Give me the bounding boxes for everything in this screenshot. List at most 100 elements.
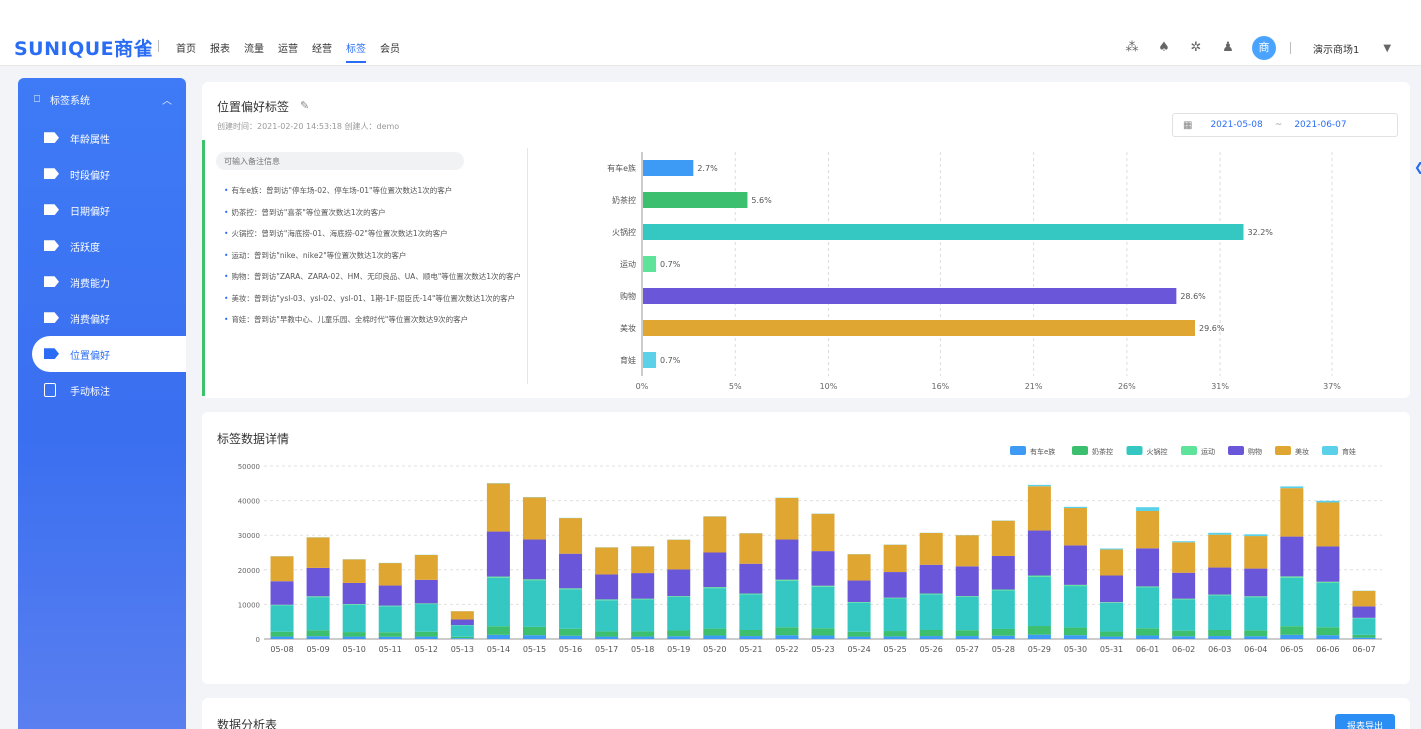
nav-item[interactable]: 报表 (210, 40, 230, 63)
stacked-bar-segment[interactable] (775, 579, 799, 581)
stacked-bar-segment[interactable] (595, 599, 619, 601)
stacked-bar-segment[interactable] (1244, 630, 1268, 637)
stacked-bar-segment[interactable] (991, 590, 1015, 629)
stacked-bar-segment[interactable] (342, 604, 366, 633)
stacked-bar-segment[interactable] (631, 573, 655, 599)
apps-grid-icon[interactable]: ⁂ (1124, 40, 1140, 56)
stacked-bar-segment[interactable] (811, 551, 835, 586)
stacked-bar-segment[interactable] (1208, 630, 1232, 637)
stacked-bar-segment[interactable] (775, 627, 799, 636)
stacked-bar-segment[interactable] (631, 631, 655, 637)
stacked-bar-segment[interactable] (342, 559, 366, 583)
stacked-bar-segment[interactable] (1280, 488, 1304, 537)
stacked-bar-segment[interactable] (1063, 635, 1087, 639)
nav-item[interactable]: 标签 (346, 40, 366, 63)
stacked-bar-segment[interactable] (1352, 637, 1376, 639)
legend-label[interactable]: 火锅控 (1147, 447, 1168, 456)
nav-item[interactable]: 流量 (244, 40, 264, 63)
stacked-bar-segment[interactable] (1027, 575, 1051, 577)
stacked-bar-segment[interactable] (811, 628, 835, 636)
date-start[interactable]: 2021-05-08 (1210, 120, 1262, 130)
stacked-bar-segment[interactable] (1063, 584, 1087, 587)
stacked-bar-segment[interactable] (342, 636, 366, 639)
stacked-bar-segment[interactable] (522, 635, 546, 639)
stacked-bar-segment[interactable] (414, 631, 438, 637)
stacked-bar-segment[interactable] (739, 593, 763, 595)
stacked-bar-segment[interactable] (847, 636, 871, 639)
sidebar-item[interactable]: 年龄属性 (18, 120, 186, 156)
bar[interactable] (643, 352, 657, 368)
stacked-bar-segment[interactable] (811, 635, 835, 639)
stacked-bar-segment[interactable] (919, 532, 943, 565)
stacked-bar-segment[interactable] (378, 606, 402, 633)
stacked-bar-segment[interactable] (1208, 532, 1232, 535)
stacked-bar-segment[interactable] (883, 597, 907, 599)
store-avatar[interactable]: 商 (1252, 36, 1276, 60)
stacked-bar-segment[interactable] (775, 635, 799, 639)
stacked-bar-segment[interactable] (703, 552, 727, 588)
stacked-bar-segment[interactable] (847, 601, 871, 603)
stacked-bar-segment[interactable] (595, 600, 619, 632)
stacked-bar-segment[interactable] (1244, 636, 1268, 639)
bar[interactable] (643, 224, 1244, 240)
legend-swatch[interactable] (1010, 446, 1026, 455)
date-end[interactable]: 2021-06-07 (1294, 120, 1346, 130)
stacked-bar-segment[interactable] (1316, 581, 1340, 583)
stacked-bar-segment[interactable] (1063, 545, 1087, 585)
stacked-bar-segment[interactable] (631, 546, 655, 574)
stacked-bar-segment[interactable] (414, 554, 438, 580)
stacked-bar-segment[interactable] (306, 596, 330, 598)
stacked-bar-segment[interactable] (1063, 627, 1087, 636)
stacked-bar-segment[interactable] (522, 580, 546, 627)
chevron-up-icon[interactable]: ︿ (162, 92, 172, 107)
stacked-bar-segment[interactable] (1172, 636, 1196, 639)
stacked-bar-segment[interactable] (703, 628, 727, 636)
legend-label[interactable]: 运动 (1201, 447, 1215, 456)
stacked-bar-segment[interactable] (1100, 548, 1124, 550)
stacked-bar-segment[interactable] (414, 604, 438, 632)
stacked-bar-segment[interactable] (631, 599, 655, 632)
sidebar-item[interactable]: 手动标注 (18, 372, 186, 408)
stacked-bar-segment[interactable] (1352, 590, 1376, 607)
stacked-bar-segment[interactable] (559, 518, 583, 554)
stacked-bar-segment[interactable] (270, 556, 294, 582)
stacked-bar-segment[interactable] (883, 598, 907, 632)
stacked-bar-segment[interactable] (1316, 582, 1340, 628)
stacked-bar-segment[interactable] (991, 555, 1015, 590)
stacked-bar-segment[interactable] (1027, 530, 1051, 576)
stacked-bar-segment[interactable] (486, 531, 510, 577)
legend-swatch[interactable] (1322, 446, 1338, 455)
stacked-bar-segment[interactable] (1100, 602, 1124, 603)
stacked-bar-segment[interactable] (883, 544, 907, 573)
stacked-bar-segment[interactable] (450, 636, 474, 639)
stacked-bar-segment[interactable] (1316, 635, 1340, 639)
stacked-bar-segment[interactable] (486, 576, 510, 578)
stacked-bar-segment[interactable] (631, 598, 655, 600)
stacked-bar-segment[interactable] (1027, 576, 1051, 627)
stacked-bar-segment[interactable] (1100, 602, 1124, 632)
stacked-bar-segment[interactable] (667, 636, 691, 639)
sidebar-item[interactable]: 消费能力 (18, 264, 186, 300)
stacked-bar-segment[interactable] (522, 579, 546, 581)
stacked-bar-segment[interactable] (1063, 586, 1087, 628)
stacked-bar-segment[interactable] (811, 585, 835, 587)
chevron-down-icon[interactable]: ▼ (1383, 43, 1391, 54)
stacked-bar-segment[interactable] (1172, 598, 1196, 600)
legend-label[interactable]: 美妆 (1295, 447, 1309, 456)
stacked-bar-segment[interactable] (1280, 634, 1304, 639)
legend-swatch[interactable] (1181, 446, 1197, 455)
legend-label[interactable]: 购物 (1248, 447, 1262, 456)
stacked-bar-segment[interactable] (1100, 549, 1124, 576)
stacked-bar-segment[interactable] (486, 634, 510, 639)
stacked-bar-segment[interactable] (486, 483, 510, 532)
stacked-bar-segment[interactable] (270, 581, 294, 605)
stacked-bar-segment[interactable] (919, 593, 943, 595)
stacked-bar-segment[interactable] (1172, 572, 1196, 599)
stacked-bar-segment[interactable] (1172, 599, 1196, 631)
stacked-bar-segment[interactable] (991, 520, 1015, 556)
stacked-bar-segment[interactable] (955, 596, 979, 631)
stacked-bar-segment[interactable] (811, 513, 835, 552)
stacked-bar-segment[interactable] (739, 636, 763, 639)
stacked-bar-segment[interactable] (559, 588, 583, 590)
stacked-bar-segment[interactable] (703, 635, 727, 639)
